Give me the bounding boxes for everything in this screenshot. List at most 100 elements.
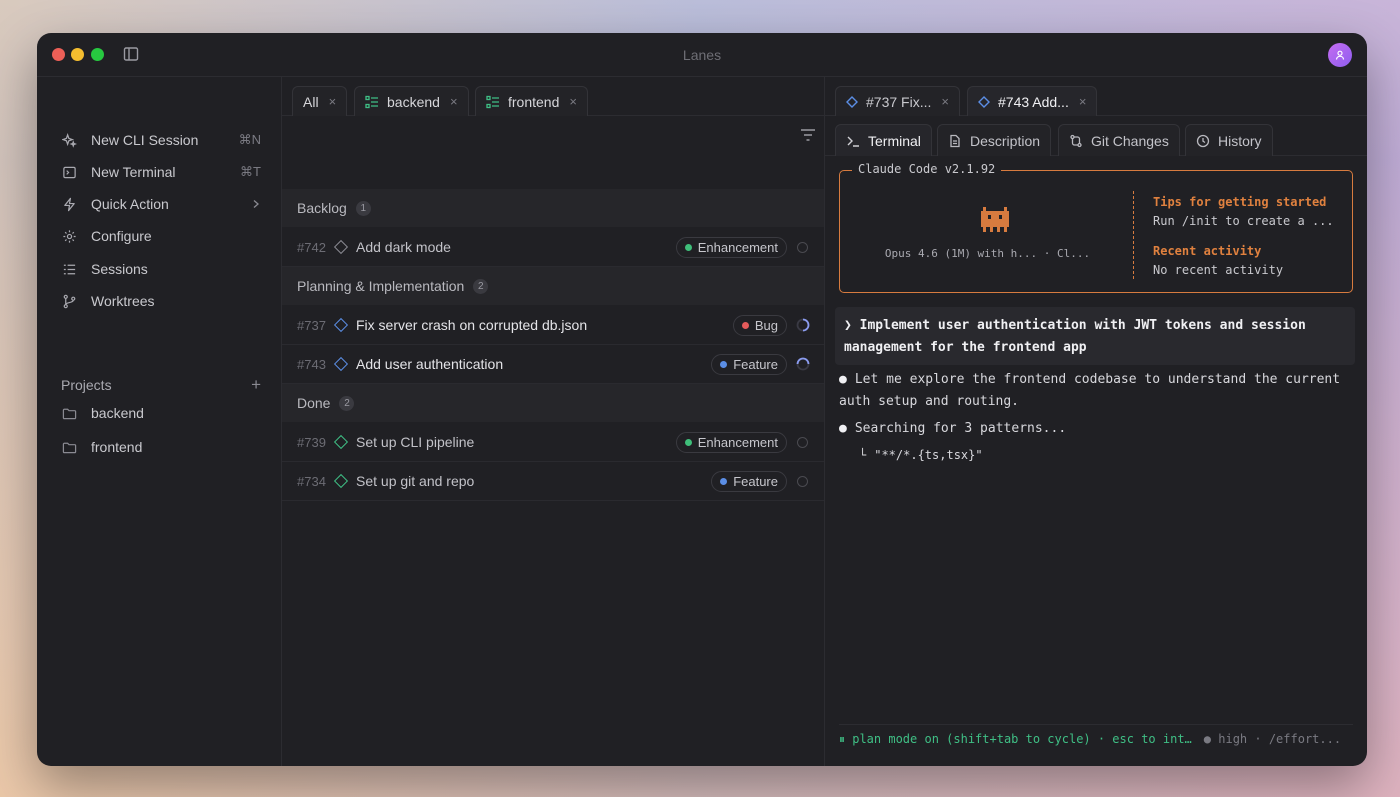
- tab-frontend[interactable]: frontend ×: [475, 86, 588, 116]
- status-circle-icon: [797, 436, 808, 448]
- user-icon: [1335, 50, 1345, 60]
- task-title: Fix server crash on corrupted db.json: [356, 317, 588, 333]
- close-tab-icon[interactable]: ×: [329, 94, 337, 109]
- group-name: Planning & Implementation: [297, 278, 465, 294]
- task-id: #739: [297, 434, 326, 450]
- claude-mascot-icon: [981, 207, 1009, 232]
- sidebar: New CLI Session ⌘N New Terminal ⌘T Quick…: [37, 77, 282, 766]
- spinner-icon: [796, 357, 810, 371]
- sidebar-item-configure[interactable]: Configure: [61, 224, 261, 248]
- filter-icon[interactable]: [800, 128, 816, 142]
- terminal-line: ● Let me explore the frontend codebase to…: [839, 372, 1341, 409]
- group-header-done[interactable]: Done 2: [282, 384, 824, 422]
- sidebar-item-quick-action[interactable]: Quick Action: [61, 192, 261, 216]
- branch-icon: [61, 293, 77, 309]
- status-circle-icon: [797, 475, 808, 487]
- tag-badge: Enhancement: [675, 236, 787, 258]
- bullet-icon: ●: [839, 372, 847, 387]
- tab-label: backend: [387, 93, 440, 110]
- task-row[interactable]: #737 Fix server crash on corrupted db.js…: [282, 306, 824, 345]
- terminal-line: └ "**/*.{ts,tsx}": [859, 448, 983, 462]
- sidebar-item-label: New Terminal: [91, 164, 176, 180]
- group-name: Backlog: [297, 200, 347, 216]
- group-header-backlog[interactable]: Backlog 1: [282, 189, 824, 227]
- detail-subtabbar: Terminal Description Git Changes History: [825, 116, 1367, 156]
- projects-header: Projects +: [61, 375, 261, 395]
- app-window: Lanes New CLI Session ⌘N New Terminal ⌘T…: [37, 33, 1367, 766]
- list-icon: [61, 261, 77, 277]
- document-icon: [948, 134, 962, 148]
- sidebar-item-new-cli-session[interactable]: New CLI Session ⌘N: [61, 128, 261, 152]
- titlebar: Lanes: [37, 33, 1367, 77]
- tab-task-737[interactable]: #737 Fix... ×: [835, 86, 960, 116]
- app-title: Lanes: [682, 47, 722, 63]
- sidebar-item-sessions[interactable]: Sessions: [61, 257, 261, 281]
- diamond-icon: [333, 239, 349, 255]
- terminal-icon: [61, 164, 77, 180]
- task-row[interactable]: #739 Set up CLI pipeline Enhancement: [282, 423, 824, 462]
- tab-all[interactable]: All ×: [292, 86, 348, 116]
- sidebar-item-label: Configure: [91, 228, 152, 244]
- tips-text: Run /init to create a ...: [1153, 214, 1334, 228]
- task-row[interactable]: #734 Set up git and repo Feature: [282, 462, 824, 501]
- close-tab-icon[interactable]: ×: [450, 94, 458, 109]
- sidebar-item-label: New CLI Session: [91, 132, 199, 148]
- tab-terminal[interactable]: Terminal: [835, 124, 932, 156]
- tree-branch-icon: └: [859, 448, 867, 462]
- group-count: 2: [339, 395, 355, 411]
- diamond-icon: [846, 95, 858, 108]
- tab-label: #737 Fix...: [866, 93, 932, 110]
- checklist-icon: [486, 95, 500, 109]
- tab-description[interactable]: Description: [937, 124, 1052, 156]
- task-row[interactable]: #742 Add dark mode Enhancement: [282, 228, 824, 267]
- project-item-backend[interactable]: backend: [61, 401, 261, 425]
- group-header-planning[interactable]: Planning & Implementation 2: [282, 267, 824, 305]
- project-item-frontend[interactable]: frontend: [61, 435, 261, 459]
- task-title: Add user authentication: [356, 356, 504, 372]
- sidebar-item-new-terminal[interactable]: New Terminal ⌘T: [61, 160, 261, 184]
- tag-badge: Feature: [711, 353, 787, 375]
- clock-icon: [1196, 134, 1210, 148]
- project-label: frontend: [91, 439, 143, 455]
- tab-task-743[interactable]: #743 Add... ×: [967, 86, 1098, 116]
- task-detail-panel: #737 Fix... × #743 Add... × Terminal Des…: [825, 77, 1367, 766]
- group-name: Done: [297, 395, 331, 411]
- plan-mode-status: ⏸ plan mode on (shift+tab to cycle) · es…: [839, 731, 1192, 746]
- group-count: 2: [473, 278, 489, 294]
- tab-history[interactable]: History: [1185, 124, 1273, 156]
- git-compare-icon: [1069, 134, 1083, 148]
- task-id: #742: [297, 239, 326, 255]
- tag-badge: Feature: [711, 470, 787, 492]
- tag-badge: Enhancement: [675, 431, 787, 453]
- diamond-icon: [333, 434, 349, 450]
- close-tab-icon[interactable]: ×: [941, 94, 949, 109]
- task-row[interactable]: #743 Add user authentication Feature: [282, 345, 824, 384]
- sidebar-item-label: Quick Action: [91, 196, 169, 212]
- terminal-line: ● Searching for 3 patterns...: [839, 421, 1067, 436]
- claude-code-welcome-box: Claude Code v2.1.92 Opus 4.6 (1M) with h…: [839, 162, 1353, 293]
- tag-badge: Bug: [732, 314, 787, 336]
- diamond-icon: [333, 356, 349, 372]
- close-tab-icon[interactable]: ×: [1079, 94, 1087, 109]
- diamond-icon: [333, 317, 349, 333]
- tab-label: Git Changes: [1091, 132, 1169, 149]
- bullet-icon: ●: [839, 421, 847, 436]
- welcome-box-title: Claude Code v2.1.92: [852, 162, 1002, 176]
- tab-label: #743 Add...: [998, 93, 1069, 110]
- tab-backend[interactable]: backend ×: [354, 86, 469, 116]
- recent-text: No recent activity: [1153, 263, 1284, 277]
- task-title: Set up git and repo: [356, 473, 475, 489]
- add-project-button[interactable]: +: [251, 375, 261, 395]
- task-title: Add dark mode: [356, 239, 451, 255]
- close-tab-icon[interactable]: ×: [569, 94, 577, 109]
- tab-git-changes[interactable]: Git Changes: [1058, 124, 1180, 156]
- avatar[interactable]: [1328, 43, 1352, 67]
- recent-heading: Recent activity: [1153, 244, 1262, 258]
- welcome-tips: Tips for getting started Run /init to cr…: [1153, 193, 1334, 280]
- status-circle-icon: [797, 241, 808, 253]
- detail-tabbar: #737 Fix... × #743 Add... ×: [825, 77, 1367, 116]
- shortcut-label: ⌘T: [240, 164, 261, 179]
- sidebar-item-worktrees[interactable]: Worktrees: [61, 289, 261, 313]
- terminal-view[interactable]: Claude Code v2.1.92 Opus 4.6 (1M) with h…: [825, 156, 1367, 766]
- sidebar-item-label: Worktrees: [91, 293, 155, 309]
